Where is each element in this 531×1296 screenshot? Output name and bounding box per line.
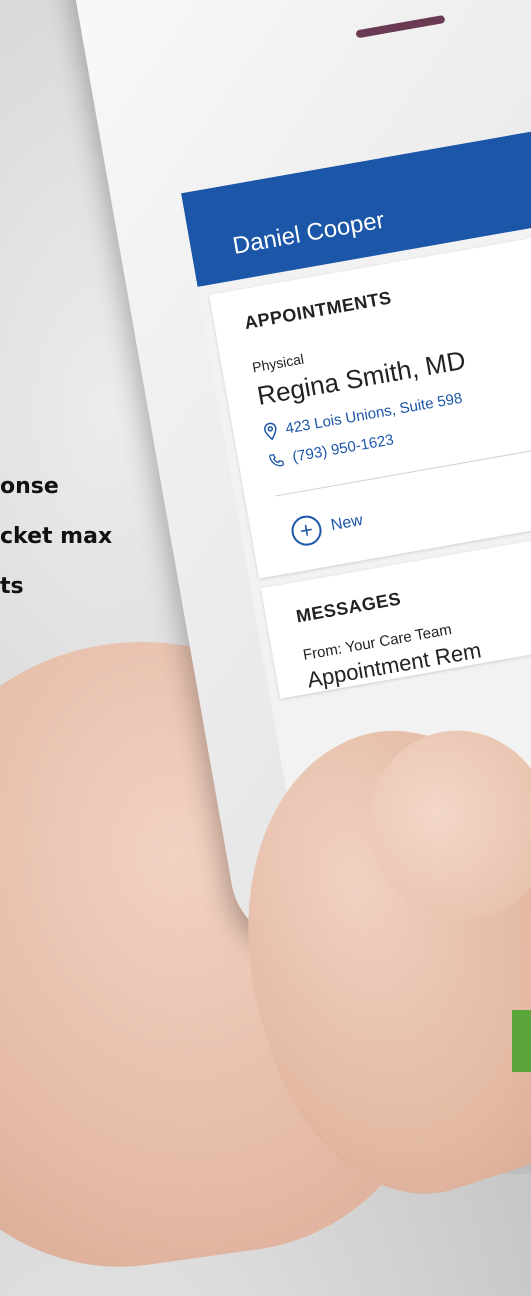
location-pin-icon bbox=[264, 422, 277, 441]
user-name: Daniel Cooper bbox=[230, 206, 387, 260]
appointment-phone[interactable]: (793) 950-1623 bbox=[291, 431, 395, 466]
phone-icon bbox=[268, 453, 284, 466]
plus-circle-icon: + bbox=[289, 513, 324, 548]
green-accent-shape bbox=[512, 1010, 531, 1072]
phone-speaker bbox=[355, 14, 446, 39]
new-appointment-label: New bbox=[329, 511, 365, 535]
